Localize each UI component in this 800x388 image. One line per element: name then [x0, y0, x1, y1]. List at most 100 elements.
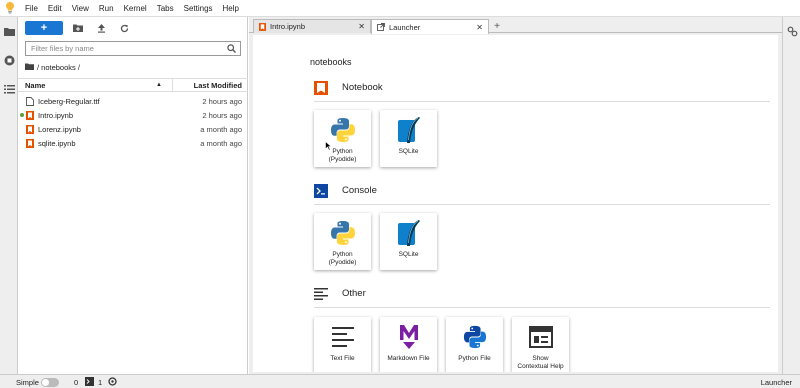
launcher-card-notebook-sqlite[interactable]: SQLite [380, 110, 437, 167]
right-sidebar-rail [782, 17, 800, 374]
launcher-cwd: notebooks [310, 57, 352, 67]
file-modified: 2 hours ago [202, 110, 242, 120]
sqlite-icon [394, 116, 423, 144]
launcher-card-python-file[interactable]: Python File [446, 317, 503, 372]
launcher-card-notebook-python[interactable]: Python (Pyodide) [314, 110, 371, 167]
status-bar: Simple 0 1 Launcher [0, 374, 800, 388]
card-label: Text File [330, 355, 355, 362]
settings-gear-icon[interactable] [108, 377, 117, 388]
menu-run[interactable]: Run [94, 0, 119, 17]
toggle-knob [42, 379, 49, 386]
section-title-notebook: Notebook [342, 82, 383, 93]
file-list-header: Name ▲ Last Modified [18, 78, 248, 92]
tab-label: Launcher [389, 22, 421, 32]
menu-help[interactable]: Help [218, 0, 244, 17]
running-indicator [20, 113, 24, 117]
notebook-icon [259, 22, 266, 31]
file-modified: a month ago [200, 138, 242, 148]
card-label: Python (Pyodide) [328, 251, 357, 266]
python-icon [328, 219, 357, 247]
other-section-icon [314, 287, 328, 301]
sqlite-icon [394, 219, 423, 247]
simple-mode-label: Simple [16, 378, 39, 387]
menu-tabs[interactable]: Tabs [152, 0, 179, 17]
section-divider [314, 204, 770, 205]
file-name: Intro.ipynb [38, 110, 74, 120]
launcher-panel: notebooks Notebook Python (Pyodide) SQLit… [253, 35, 778, 372]
notebook-icon [26, 111, 34, 120]
launcher-card-console-sqlite[interactable]: SQLite [380, 213, 437, 270]
card-label: Show Contextual Help [517, 355, 564, 370]
sort-caret-up-icon: ▲ [156, 82, 162, 88]
menu-settings[interactable]: Settings [179, 0, 218, 17]
file-name: sqlite.ipynb [38, 138, 76, 148]
file-filter-input[interactable] [31, 44, 221, 53]
breadcrumb-path[interactable]: / notebooks / [37, 63, 80, 72]
card-label: Python (Pyodide) [328, 148, 357, 163]
file-row[interactable]: Lorenz.ipynb a month ago [18, 122, 248, 136]
tab-bar: Intro.ipynb ✕ Launcher ✕ + [249, 17, 782, 34]
column-header-last-modified[interactable]: Last Modified [194, 81, 242, 90]
tab-launcher[interactable]: Launcher ✕ [371, 19, 489, 34]
notebook-icon [26, 125, 34, 134]
launcher-card-contextual-help[interactable]: Show Contextual Help [512, 317, 569, 372]
file-name: Iceberg-Regular.ttf [38, 96, 100, 106]
section-divider [314, 101, 770, 102]
menu-view[interactable]: View [67, 0, 94, 17]
file-row[interactable]: sqlite.ipynb a month ago [18, 136, 248, 150]
card-label: SQLite [398, 251, 419, 258]
add-tab-button[interactable]: + [491, 20, 503, 32]
notebook-icon [26, 139, 34, 148]
notebook-section-icon [314, 81, 328, 95]
file-icon [26, 97, 34, 106]
card-label: Python File [458, 355, 491, 362]
section-title-other: Other [342, 288, 366, 299]
new-launcher-button[interactable]: + [25, 21, 63, 35]
launcher-card-markdown-file[interactable]: Markdown File [380, 317, 437, 372]
file-row[interactable]: Intro.ipynb 2 hours ago [18, 108, 248, 122]
file-browser-toolbar: + [18, 17, 248, 39]
file-browser: + / notebooks / Name ▲ Last Modified [18, 17, 248, 374]
terminal-count[interactable]: 0 [74, 378, 78, 387]
launcher-card-text-file[interactable]: Text File [314, 317, 371, 372]
menu-kernel[interactable]: Kernel [119, 0, 152, 17]
breadcrumb: / notebooks / [25, 61, 80, 73]
close-icon[interactable]: ✕ [476, 23, 483, 32]
kernel-console-icon [85, 377, 94, 388]
running-sessions-icon[interactable] [3, 54, 15, 66]
jupyter-lite-icon[interactable] [0, 0, 20, 17]
active-widget-label: Launcher [760, 378, 792, 387]
card-label: SQLite [398, 148, 419, 155]
folder-icon[interactable] [3, 25, 15, 37]
close-icon[interactable]: ✕ [358, 22, 365, 31]
launcher-icon [377, 23, 385, 31]
file-filter-search [25, 41, 241, 56]
table-of-contents-icon[interactable] [3, 83, 15, 95]
kernel-count[interactable]: 1 [98, 378, 102, 387]
left-sidebar-rail [0, 17, 18, 374]
console-section-icon [314, 184, 328, 198]
main-dock-area: Intro.ipynb ✕ Launcher ✕ + notebooks Not… [249, 17, 782, 374]
menu-file[interactable]: File [20, 0, 43, 17]
search-icon [227, 44, 236, 55]
mouse-cursor-icon [325, 141, 332, 151]
column-header-name[interactable]: Name [25, 81, 45, 90]
contextual-help-icon [526, 323, 555, 351]
menu-edit[interactable]: Edit [43, 0, 67, 17]
home-folder-icon[interactable] [25, 63, 34, 72]
new-folder-icon[interactable] [72, 22, 84, 34]
property-inspector-icon[interactable] [786, 25, 798, 37]
refresh-icon[interactable] [118, 22, 130, 34]
file-row[interactable]: Iceberg-Regular.ttf 2 hours ago [18, 94, 248, 108]
upload-icon[interactable] [95, 22, 107, 34]
simple-mode-toggle[interactable] [41, 378, 59, 387]
file-name: Lorenz.ipynb [38, 124, 81, 134]
file-modified: 2 hours ago [202, 96, 242, 106]
file-modified: a month ago [200, 124, 242, 134]
python-icon [328, 116, 357, 144]
column-divider[interactable] [172, 79, 173, 92]
markdown-icon [394, 323, 423, 351]
tab-intro-ipynb[interactable]: Intro.ipynb ✕ [253, 19, 371, 33]
tab-label: Intro.ipynb [270, 22, 306, 31]
launcher-card-console-python[interactable]: Python (Pyodide) [314, 213, 371, 270]
